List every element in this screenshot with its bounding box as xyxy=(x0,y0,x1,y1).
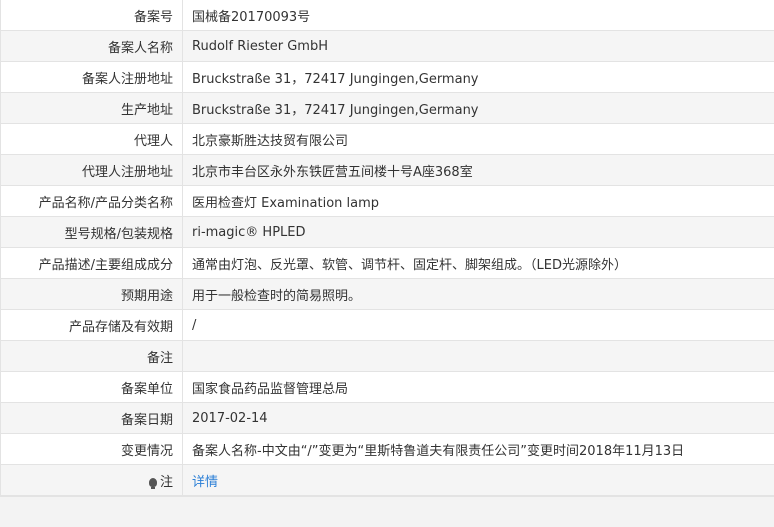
field-label: 型号规格/包装规格 xyxy=(1,217,183,248)
lightbulb-icon xyxy=(149,478,157,487)
row-intended-use: 预期用途 用于一般检查时的简易照明。 xyxy=(1,279,774,310)
row-registrant-name: 备案人名称 Rudolf Riester GmbH xyxy=(1,31,774,62)
field-label: 备案单位 xyxy=(1,372,183,403)
record-detail-table: 备案号 国械备20170093号 备案人名称 Rudolf Riester Gm… xyxy=(0,0,774,496)
field-label: 备案人注册地址 xyxy=(1,62,183,93)
field-value: 医用检查灯 Examination lamp xyxy=(183,186,774,217)
row-model-spec: 型号规格/包装规格 ri-magic® HPLED xyxy=(1,217,774,248)
field-label: 产品描述/主要组成成分 xyxy=(1,248,183,279)
field-value: ri-magic® HPLED xyxy=(183,217,774,248)
field-label: 代理人 xyxy=(1,124,183,155)
note-label: 注 xyxy=(160,475,173,490)
field-label: 备案人名称 xyxy=(1,31,183,62)
details-link[interactable]: 详情 xyxy=(192,475,218,490)
field-label: 变更情况 xyxy=(1,434,183,465)
row-note: 注 详情 xyxy=(1,465,774,496)
row-record-number: 备案号 国械备20170093号 xyxy=(1,0,774,31)
field-value: 通常由灯泡、反光罩、软管、调节杆、固定杆、脚架组成。（LED光源除外） xyxy=(183,248,774,279)
field-value: 北京市丰台区永外东铁匠营五间楼十号A座368室 xyxy=(183,155,774,186)
row-product-name: 产品名称/产品分类名称 医用检查灯 Examination lamp xyxy=(1,186,774,217)
field-value: Rudolf Riester GmbH xyxy=(183,31,774,62)
field-label: 生产地址 xyxy=(1,93,183,124)
row-change-history: 变更情况 备案人名称-中文由“/”变更为“里斯特鲁道夫有限责任公司”变更时间20… xyxy=(1,434,774,465)
row-filing-unit: 备案单位 国家食品药品监督管理总局 xyxy=(1,372,774,403)
row-agent: 代理人 北京豪斯胜达技贸有限公司 xyxy=(1,124,774,155)
field-label: 产品名称/产品分类名称 xyxy=(1,186,183,217)
field-value: 国家食品药品监督管理总局 xyxy=(183,372,774,403)
row-remarks: 备注 xyxy=(1,341,774,372)
row-registrant-address: 备案人注册地址 Bruckstraße 31，72417 Jungingen,G… xyxy=(1,62,774,93)
field-value: 2017-02-14 xyxy=(183,403,774,434)
field-value: 备案人名称-中文由“/”变更为“里斯特鲁道夫有限责任公司”变更时间2018年11… xyxy=(183,434,774,465)
field-value: Bruckstraße 31，72417 Jungingen,Germany xyxy=(183,62,774,93)
row-agent-address: 代理人注册地址 北京市丰台区永外东铁匠营五间楼十号A座368室 xyxy=(1,155,774,186)
row-product-description: 产品描述/主要组成成分 通常由灯泡、反光罩、软管、调节杆、固定杆、脚架组成。（L… xyxy=(1,248,774,279)
field-value: / xyxy=(183,310,774,341)
row-storage-validity: 产品存储及有效期 / xyxy=(1,310,774,341)
field-value: 北京豪斯胜达技贸有限公司 xyxy=(183,124,774,155)
field-value xyxy=(183,341,774,372)
field-label: 产品存储及有效期 xyxy=(1,310,183,341)
note-label-cell: 注 xyxy=(1,465,183,496)
footer-bar xyxy=(0,496,774,527)
row-production-address: 生产地址 Bruckstraße 31，72417 Jungingen,Germ… xyxy=(1,93,774,124)
row-filing-date: 备案日期 2017-02-14 xyxy=(1,403,774,434)
field-label: 代理人注册地址 xyxy=(1,155,183,186)
field-label: 备注 xyxy=(1,341,183,372)
note-value-cell: 详情 xyxy=(183,465,774,496)
field-value: 国械备20170093号 xyxy=(183,0,774,31)
field-label: 备案号 xyxy=(1,0,183,31)
field-label: 预期用途 xyxy=(1,279,183,310)
field-value: 用于一般检查时的简易照明。 xyxy=(183,279,774,310)
field-label: 备案日期 xyxy=(1,403,183,434)
field-value: Bruckstraße 31，72417 Jungingen,Germany xyxy=(183,93,774,124)
